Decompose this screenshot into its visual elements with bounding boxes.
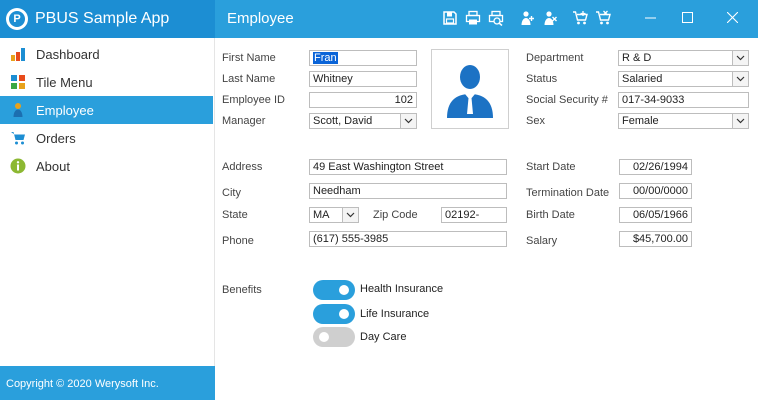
sex-value: Female xyxy=(622,115,659,127)
health-insurance-label: Health Insurance xyxy=(360,283,444,295)
benefits-label: Benefits xyxy=(222,284,262,296)
sidebar-item-employee[interactable]: Employee xyxy=(0,96,213,124)
employee-avatar-icon xyxy=(447,65,493,118)
city-label: City xyxy=(222,187,241,199)
state-select[interactable]: MA xyxy=(309,207,359,223)
chevron-down-icon[interactable] xyxy=(400,114,416,128)
department-label: Department xyxy=(526,52,584,64)
birth-date-label: Birth Date xyxy=(526,209,575,221)
first-name-value: Fran xyxy=(313,52,338,64)
chevron-down-icon[interactable] xyxy=(342,208,358,222)
city-field[interactable]: Needham xyxy=(309,183,507,199)
cart-icon xyxy=(10,130,26,146)
department-value: R & D xyxy=(622,52,652,64)
sidebar-item-about[interactable]: About xyxy=(0,152,213,180)
sidebar: Dashboard Tile Menu Employee Orders Abou… xyxy=(0,38,215,400)
health-insurance-toggle[interactable] xyxy=(313,280,355,300)
department-select[interactable]: R & D xyxy=(618,50,749,66)
start-date-label: Start Date xyxy=(526,161,576,173)
maximize-icon[interactable] xyxy=(675,6,699,28)
last-name-label: Last Name xyxy=(222,73,276,85)
app-logo-letter: P xyxy=(9,11,25,27)
first-name-label: First Name xyxy=(222,52,276,64)
salary-field[interactable]: $45,700.00 xyxy=(619,231,692,247)
person-icon xyxy=(10,102,26,118)
app-title: PBUS Sample App xyxy=(35,10,170,27)
phone-field[interactable]: (617) 555-3985 xyxy=(309,231,507,247)
minimize-icon[interactable] xyxy=(638,6,662,28)
status-label: Status xyxy=(526,73,558,85)
add-to-cart-icon[interactable] xyxy=(571,9,589,27)
close-icon[interactable] xyxy=(720,6,744,28)
sidebar-item-orders[interactable]: Orders xyxy=(0,124,213,152)
app-logo: P xyxy=(6,8,28,30)
chevron-down-icon[interactable] xyxy=(732,114,748,128)
chevron-down-icon[interactable] xyxy=(732,72,748,86)
remove-from-cart-icon[interactable] xyxy=(594,9,612,27)
sidebar-item-label: Tile Menu xyxy=(36,74,93,90)
start-date-field[interactable]: 02/26/1994 xyxy=(619,159,692,175)
print-preview-icon[interactable] xyxy=(487,9,505,27)
sidebar-item-label: About xyxy=(36,158,70,174)
zip-field[interactable]: 02192- xyxy=(441,207,507,223)
manager-select[interactable]: Scott, David xyxy=(309,113,417,129)
add-user-icon[interactable] xyxy=(518,9,536,27)
copyright-bar: Copyright © 2020 Werysoft Inc. xyxy=(0,366,215,400)
first-name-field[interactable]: Fran xyxy=(309,50,417,66)
phone-label: Phone xyxy=(222,235,254,247)
salary-label: Salary xyxy=(526,235,558,247)
sidebar-item-dashboard[interactable]: Dashboard xyxy=(0,40,213,68)
sidebar-item-label: Employee xyxy=(36,102,94,118)
page-title: Employee xyxy=(227,10,294,27)
sidebar-item-tile-menu[interactable]: Tile Menu xyxy=(0,68,213,96)
save-icon[interactable] xyxy=(441,9,459,27)
ssn-label: Social Security # xyxy=(526,94,608,106)
address-field[interactable]: 49 East Washington Street xyxy=(309,159,507,175)
chart-icon xyxy=(10,46,26,62)
chevron-down-icon[interactable] xyxy=(732,51,748,65)
address-label: Address xyxy=(222,161,263,173)
app-header: P PBUS Sample App xyxy=(0,0,215,38)
status-value: Salaried xyxy=(622,73,663,85)
employee-id-field[interactable]: 102 xyxy=(309,92,417,108)
employee-photo xyxy=(431,49,509,129)
zip-label: Zip Code xyxy=(373,209,418,221)
state-label: State xyxy=(222,209,248,221)
toggle-knob xyxy=(339,285,349,295)
sex-label: Sex xyxy=(526,115,545,127)
sidebar-item-label: Orders xyxy=(36,130,76,146)
day-care-toggle[interactable] xyxy=(313,327,355,347)
title-bar: P PBUS Sample App Employee xyxy=(0,0,758,38)
manager-label: Manager xyxy=(222,115,266,127)
life-insurance-label: Life Insurance xyxy=(360,308,430,320)
day-care-label: Day Care xyxy=(360,331,407,343)
last-name-field[interactable]: Whitney xyxy=(309,71,417,87)
info-icon xyxy=(10,158,26,174)
birth-date-field[interactable]: 06/05/1966 xyxy=(619,207,692,223)
print-icon[interactable] xyxy=(464,9,482,27)
employee-id-label: Employee ID xyxy=(222,94,285,106)
ssn-field[interactable]: 017-34-9033 xyxy=(618,92,749,108)
state-value: MA xyxy=(313,209,330,221)
termination-date-label: Termination Date xyxy=(526,187,610,199)
termination-date-field[interactable]: 00/00/0000 xyxy=(619,183,692,199)
life-insurance-toggle[interactable] xyxy=(313,304,355,324)
sex-select[interactable]: Female xyxy=(618,113,749,129)
sidebar-item-label: Dashboard xyxy=(36,46,100,62)
toggle-knob xyxy=(339,309,349,319)
manager-value: Scott, David xyxy=(313,115,373,127)
page-header: Employee xyxy=(215,0,758,38)
tiles-icon xyxy=(10,74,26,90)
status-select[interactable]: Salaried xyxy=(618,71,749,87)
delete-user-icon[interactable] xyxy=(541,9,559,27)
toggle-knob xyxy=(319,332,329,342)
